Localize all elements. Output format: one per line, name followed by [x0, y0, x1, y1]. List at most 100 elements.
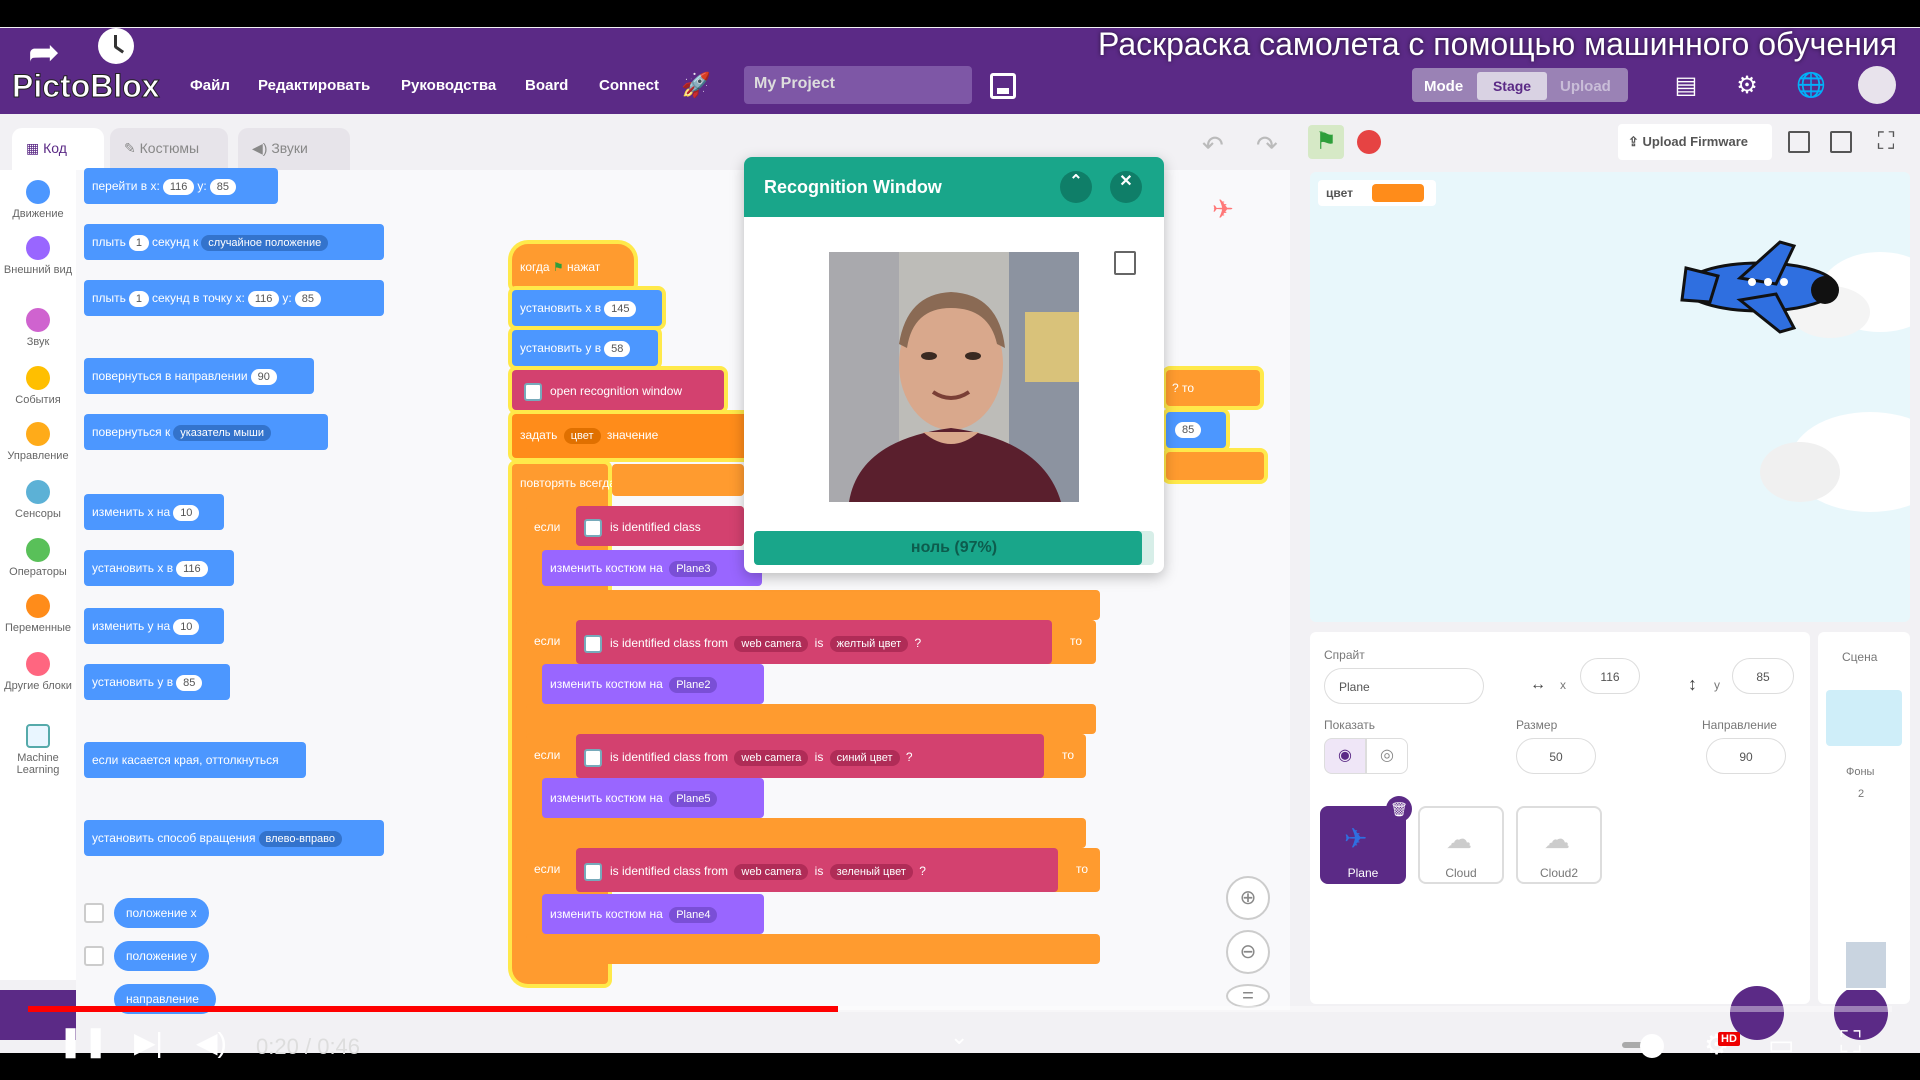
menu-tutorials[interactable]: Руководства	[401, 77, 496, 94]
if-block-3-end	[526, 818, 1086, 848]
category-variables[interactable]: Переменные	[0, 594, 76, 634]
hide-eye-icon[interactable]: ◎	[1366, 738, 1408, 774]
stage-mode-button[interactable]: Stage	[1477, 72, 1547, 100]
set-x-block[interactable]: установить х в 145	[512, 290, 662, 326]
palette-goto-xy-block[interactable]: перейти в х: 116 y: 85	[84, 168, 278, 204]
palette-bounce-block[interactable]: если касается края, оттолкнуться	[84, 742, 306, 778]
flip-camera-icon[interactable]	[1114, 251, 1136, 275]
redo-icon[interactable]: ↷	[1256, 130, 1278, 161]
category-control[interactable]: Управление	[0, 422, 76, 462]
camera-image	[829, 252, 1079, 502]
close-icon[interactable]: ✕	[1110, 171, 1142, 203]
category-my-blocks[interactable]: Другие блоки	[0, 652, 76, 692]
video-progress-bar[interactable]	[28, 1006, 1892, 1012]
tab-code[interactable]: ▦ Код	[12, 128, 104, 170]
checkbox-x-position[interactable]	[84, 903, 104, 923]
globe-icon[interactable]: 🌐	[1796, 72, 1826, 100]
palette-glide-random-block[interactable]: плыть 1 секунд к случайное положение	[84, 224, 384, 260]
tab-costumes[interactable]: ✎ Костюмы	[110, 128, 228, 170]
switch-costume-block-3[interactable]: изменить костюм на Plane5	[542, 778, 764, 818]
small-stage-icon[interactable]	[1788, 131, 1810, 153]
identified-class-block-3[interactable]: is identified class from web camera is с…	[576, 734, 1044, 778]
share-icon[interactable]: ➦	[28, 30, 60, 75]
video-player[interactable]: PictoBlox Файл Редактировать Руководства…	[0, 0, 1920, 1080]
rocket-icon[interactable]: 🚀	[681, 71, 711, 99]
backdrop-thumb[interactable]	[1826, 690, 1902, 746]
set-variable-block[interactable]: задать цвет значение	[512, 414, 748, 458]
palette-glide-xy-block[interactable]: плыть 1 секунд в точку х: 116 y: 85	[84, 280, 384, 316]
cast-icon[interactable]: ▭	[1768, 1028, 1794, 1061]
fragment-if-block[interactable]: ? то	[1166, 370, 1260, 406]
category-operators[interactable]: Операторы	[0, 538, 76, 578]
menu-connect[interactable]: Connect	[599, 77, 659, 94]
palette-set-y-block[interactable]: установить у в 85	[84, 664, 230, 700]
sprite-x-input[interactable]: 116	[1580, 658, 1640, 694]
palette-point-direction-block[interactable]: повернуться в направлении 90	[84, 358, 314, 394]
recognition-window[interactable]: Recognition Window ⌃ ✕ ноль (97%)	[744, 157, 1164, 573]
sprite-size-input[interactable]: 50	[1516, 738, 1596, 774]
palette-set-x-block[interactable]: установить х в 116	[84, 550, 234, 586]
video-title[interactable]: Раскраска самолета с помощью машинного о…	[1098, 26, 1897, 63]
open-recognition-window-block[interactable]: open recognition window	[512, 370, 724, 410]
avatar[interactable]	[1858, 66, 1896, 104]
channel-avatar[interactable]	[1844, 940, 1888, 990]
switch-costume-block-2[interactable]: изменить костюм на Plane2	[542, 664, 764, 704]
fullscreen-icon[interactable]: ⛶	[1872, 128, 1900, 156]
switch-costume-block-4[interactable]: изменить костюм на Plane4	[542, 894, 764, 934]
reporter-x-position[interactable]: положение х	[114, 898, 209, 928]
show-eye-icon[interactable]: ◉	[1324, 738, 1366, 774]
save-icon[interactable]	[990, 73, 1016, 99]
looks-dot-icon	[26, 236, 50, 260]
volume-icon[interactable]: ◀)	[196, 1026, 227, 1059]
palette-point-towards-block[interactable]: повернуться к указатель мыши	[84, 414, 328, 450]
chevron-down-icon[interactable]: ⌄	[950, 1024, 968, 1050]
tab-sounds[interactable]: ◀) Звуки	[238, 128, 350, 170]
green-flag-icon[interactable]: ⚑	[1308, 125, 1344, 159]
palette-change-x-block[interactable]: изменить х на 10	[84, 494, 224, 530]
identified-class-block-2[interactable]: is identified class from web camera is ж…	[576, 620, 1052, 664]
reporter-y-position[interactable]: положение у	[114, 941, 209, 971]
sprite-direction-input[interactable]: 90	[1706, 738, 1786, 774]
switch-costume-block-1[interactable]: изменить костюм на Plane3	[542, 550, 762, 586]
zoom-in-icon[interactable]: ⊕	[1226, 876, 1270, 920]
category-machine-learning[interactable]: Machine Learning	[0, 724, 76, 776]
when-flag-hat-block[interactable]: когда ⚑ нажат	[512, 244, 634, 288]
collapse-icon[interactable]: ⌃	[1060, 171, 1092, 203]
sprite-thumb-cloud[interactable]: ☁ Cloud	[1418, 806, 1504, 884]
menu-file[interactable]: Файл	[190, 77, 230, 94]
stop-icon[interactable]	[1357, 130, 1381, 154]
upload-firmware-button[interactable]: ⇪ Upload Firmware	[1618, 124, 1772, 160]
sprite-y-input[interactable]: 85	[1732, 658, 1794, 694]
sprite-thumb-cloud2[interactable]: ☁ Cloud2	[1516, 806, 1602, 884]
watch-later-icon[interactable]	[98, 28, 134, 64]
exit-fullscreen-icon[interactable]: ⛶	[1840, 1026, 1861, 1060]
large-stage-icon[interactable]	[1830, 131, 1852, 153]
category-sound[interactable]: Звук	[0, 308, 76, 348]
menu-edit[interactable]: Редактировать	[258, 77, 370, 94]
gear-icon[interactable]: ⚙	[1733, 72, 1761, 100]
category-sensing[interactable]: Сенсоры	[0, 480, 76, 520]
sprite-name-input[interactable]: Plane	[1324, 668, 1484, 704]
pause-icon[interactable]: ❚❚	[58, 1024, 108, 1059]
palette-rotation-style-block[interactable]: установить способ вращения влево-вправо	[84, 820, 384, 856]
category-motion[interactable]: Движение	[0, 180, 76, 220]
menu-board[interactable]: Board	[525, 77, 568, 94]
identified-class-block-4[interactable]: is identified class from web camera is з…	[576, 848, 1058, 892]
zoom-reset-icon[interactable]: =	[1226, 984, 1270, 1008]
project-name-input[interactable]: My Project	[744, 66, 972, 104]
autoplay-toggle-knob[interactable]	[1640, 1034, 1664, 1058]
delete-sprite-icon[interactable]: 🗑	[1386, 796, 1412, 822]
palette-change-y-block[interactable]: изменить у на 10	[84, 608, 224, 644]
upload-mode-button[interactable]: Upload	[1560, 78, 1611, 95]
next-icon[interactable]: ▶|	[134, 1026, 163, 1059]
identified-class-block-1[interactable]: is identified class	[576, 506, 744, 546]
stage-canvas[interactable]	[1310, 172, 1910, 622]
set-y-block[interactable]: установить у в 58	[512, 330, 658, 366]
zoom-out-icon[interactable]: ⊖	[1226, 930, 1270, 974]
undo-icon[interactable]: ↶	[1202, 130, 1224, 161]
fragment-blue-block[interactable]: 85	[1166, 412, 1226, 448]
category-events[interactable]: События	[0, 366, 76, 406]
checkbox-y-position[interactable]	[84, 946, 104, 966]
category-looks[interactable]: Внешний вид	[0, 236, 76, 276]
feedback-icon[interactable]: ▤	[1672, 72, 1700, 100]
